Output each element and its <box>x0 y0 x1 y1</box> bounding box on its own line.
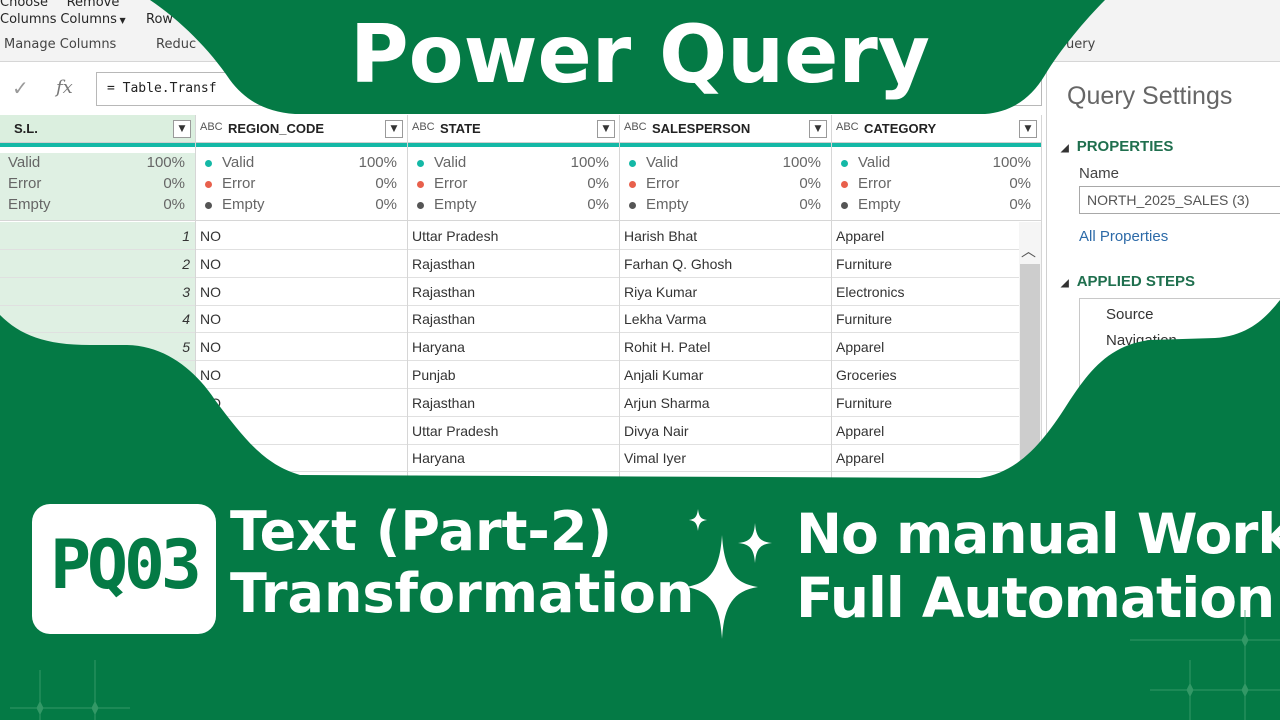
topic-line-1: Text (Part-2) <box>230 500 613 563</box>
topic-line-2: Transformation <box>230 562 695 625</box>
tagline-line-1: No manual Work <box>796 502 1280 566</box>
episode-badge-text: PQ03 <box>50 526 202 605</box>
episode-badge: PQ03 <box>32 504 216 634</box>
sparkle-icon <box>686 509 772 639</box>
decorative-sparkles-right <box>1130 610 1280 720</box>
decorative-sparkles-left <box>10 660 130 720</box>
video-title: Power Query <box>350 8 930 101</box>
